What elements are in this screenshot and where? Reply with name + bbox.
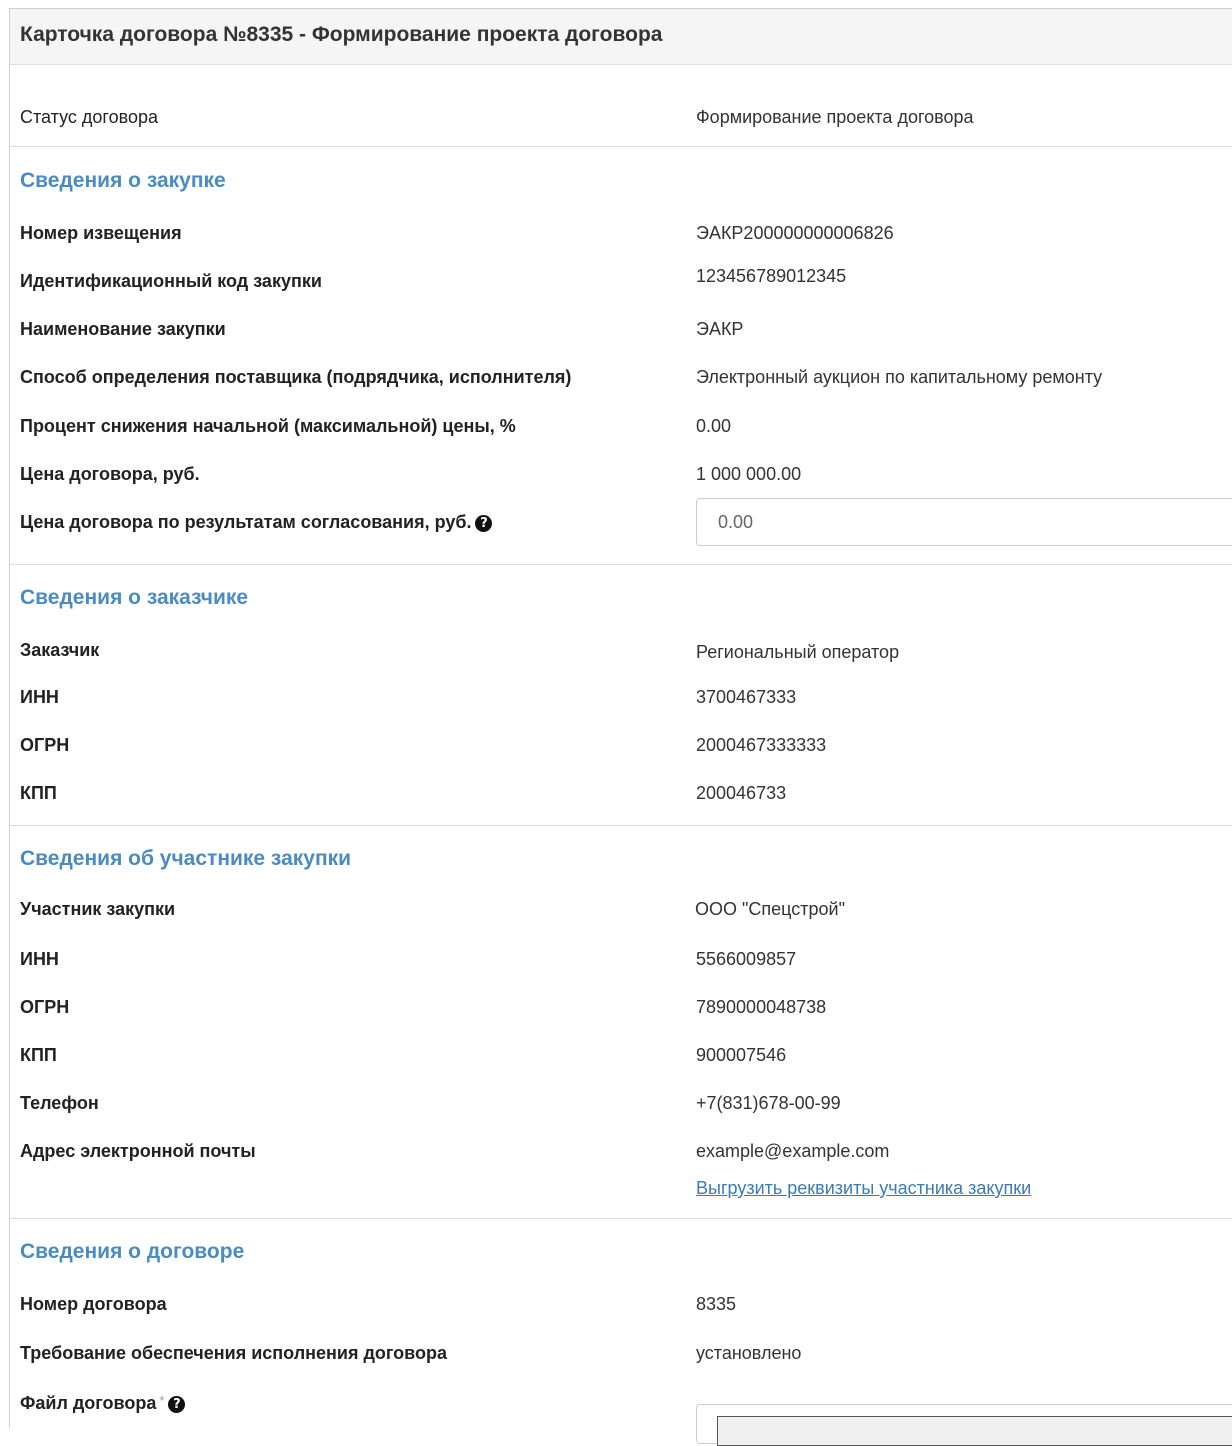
purchase-code-value: 123456789012345 — [696, 266, 847, 286]
participant-ogrn-value: 7890000048738 — [696, 997, 827, 1017]
divider — [10, 564, 1232, 565]
contract-file-label-text: Файл договора — [20, 1393, 157, 1413]
participant-kpp-value: 900007546 — [696, 1045, 787, 1065]
status-label: Статус договора — [20, 107, 158, 127]
status-value: Формирование проекта договора — [696, 107, 974, 127]
contract-file-input[interactable] — [696, 1404, 1232, 1446]
participant-value: ООО "Спецстрой" — [695, 899, 845, 919]
contract-security-value: установлено — [696, 1343, 802, 1363]
file-picker-field[interactable] — [717, 1416, 1232, 1446]
participant-phone-row: Телефон +7(831)678-00-99 — [10, 1092, 1232, 1132]
participant-ogrn-label: ОГРН — [20, 997, 70, 1017]
required-mark: * — [159, 1393, 165, 1408]
divider — [10, 1218, 1232, 1219]
divider — [10, 825, 1232, 826]
customer-inn-row: ИНН 3700467333 — [10, 686, 1232, 726]
contract-number-label: Номер договора — [20, 1294, 167, 1314]
divider — [10, 146, 1232, 147]
section-title-participant: Сведения об участнике закупки — [20, 847, 352, 870]
customer-ogrn-label: ОГРН — [20, 735, 70, 755]
participant-inn-value: 5566009857 — [696, 949, 797, 969]
notice-number-value: ЭАКР200000000006826 — [696, 223, 894, 243]
customer-value: Региональный оператор — [696, 642, 900, 662]
contract-number-row: Номер договора 8335 — [10, 1293, 1232, 1333]
contract-price-row: Цена договора, руб. 1 000 000.00 — [10, 463, 1232, 503]
page-title: Карточка договора №8335 - Формирование п… — [20, 23, 663, 46]
agreed-price-input[interactable] — [696, 498, 1232, 546]
customer-kpp-value: 200046733 — [696, 783, 787, 803]
notice-number-label: Номер извещения — [20, 223, 182, 243]
discount-percent-label: Процент снижения начальной (максимальной… — [20, 416, 516, 436]
participant-kpp-label: КПП — [20, 1045, 57, 1065]
customer-ogrn-value: 2000467333333 — [696, 735, 827, 755]
participant-inn-label: ИНН — [20, 949, 59, 969]
participant-row: Участник закупки ООО "Спецстрой" — [10, 898, 1232, 938]
section-title-customer: Сведения о заказчике — [20, 586, 249, 609]
contract-file-label: Файл договора *? — [20, 1390, 186, 1414]
customer-inn-label: ИНН — [20, 687, 59, 707]
participant-label: Участник закупки — [20, 899, 176, 919]
contract-number-value: 8335 — [696, 1294, 737, 1314]
customer-kpp-row: КПП 200046733 — [10, 782, 1232, 822]
contract-price-label: Цена договора, руб. — [20, 464, 200, 484]
question-circle-icon[interactable]: ? — [168, 1396, 186, 1413]
purchase-code-row: Идентификационный код закупки 1234567890… — [10, 265, 1232, 305]
participant-phone-label: Телефон — [20, 1093, 99, 1113]
purchase-method-label: Способ определения поставщика (подрядчик… — [20, 367, 572, 387]
discount-percent-value: 0.00 — [696, 416, 732, 436]
agreed-price-label: Цена договора по результатам согласовани… — [20, 511, 493, 533]
participant-email-row: Адрес электронной почты example@example.… — [10, 1140, 1232, 1180]
participant-email-label: Адрес электронной почты — [20, 1141, 256, 1161]
contract-card-panel: Карточка договора №8335 - Формирование п… — [9, 8, 1232, 1446]
customer-inn-value: 3700467333 — [696, 687, 797, 707]
purchase-discount-row: Процент снижения начальной (максимальной… — [10, 415, 1232, 455]
participant-kpp-row: КПП 900007546 — [10, 1044, 1232, 1084]
customer-ogrn-row: ОГРН 2000467333333 — [10, 734, 1232, 774]
section-title-contract: Сведения о договоре — [20, 1240, 245, 1263]
purchase-name-row: Наименование закупки ЭАКР — [10, 318, 1232, 358]
export-participant-details-link[interactable]: Выгрузить реквизиты участника закупки — [696, 1177, 1031, 1199]
purchase-name-label: Наименование закупки — [20, 319, 226, 339]
purchase-name-value: ЭАКР — [696, 319, 744, 339]
section-title-purchase: Сведения о закупке — [20, 169, 226, 192]
customer-row: Заказчик Региональный оператор — [10, 639, 1232, 679]
contract-security-label: Требование обеспечения исполнения догово… — [20, 1343, 447, 1363]
question-circle-icon[interactable]: ? — [475, 515, 493, 532]
participant-ogrn-row: ОГРН 7890000048738 — [10, 996, 1232, 1036]
participant-phone-value: +7(831)678-00-99 — [696, 1093, 841, 1113]
contract-security-row: Требование обеспечения исполнения догово… — [10, 1342, 1232, 1382]
participant-inn-row: ИНН 5566009857 — [10, 948, 1232, 988]
status-row: Статус договора Формирование проекта дог… — [10, 106, 1232, 146]
panel-header: Карточка договора №8335 - Формирование п… — [10, 9, 1232, 65]
customer-label: Заказчик — [20, 640, 100, 660]
contract-price-value: 1 000 000.00 — [696, 464, 802, 484]
purchase-method-value: Электронный аукцион по капитальному ремо… — [696, 367, 1103, 387]
purchase-code-label: Идентификационный код закупки — [20, 271, 322, 291]
customer-kpp-label: КПП — [20, 783, 57, 803]
agreed-price-label-text: Цена договора по результатам согласовани… — [20, 512, 472, 532]
purchase-method-row: Способ определения поставщика (подрядчик… — [10, 366, 1232, 406]
participant-email-value: example@example.com — [696, 1141, 890, 1161]
purchase-notice-row: Номер извещения ЭАКР200000000006826 — [10, 222, 1232, 262]
